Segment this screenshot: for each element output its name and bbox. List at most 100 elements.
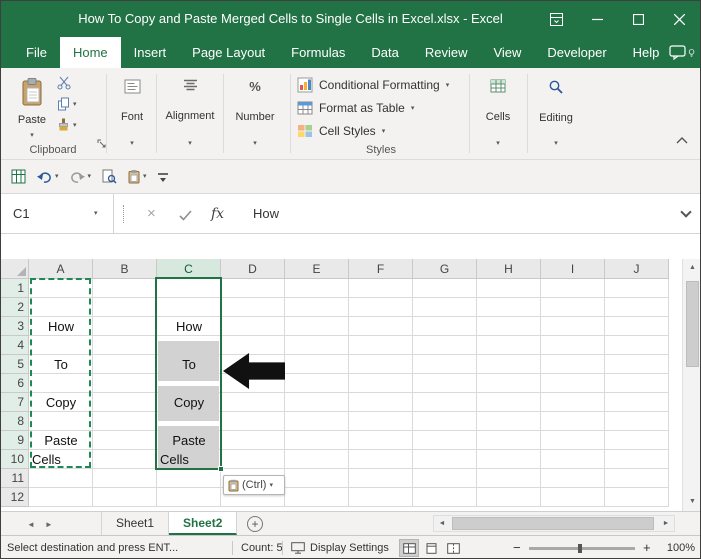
tab-review[interactable]: Review [412,37,481,68]
tab-file[interactable]: File [13,37,60,68]
row-header-12[interactable]: 12 [1,488,29,507]
next-sheet-icon[interactable]: ► [45,520,53,529]
row-header-11[interactable]: 11 [1,469,29,488]
undo-button[interactable]: ▾ [36,170,59,184]
cell-styles-button[interactable]: Cell Styles ▾ [297,121,467,141]
zoom-out-button[interactable]: − [513,536,521,559]
column-header-D[interactable]: D [221,259,285,279]
column-header-A[interactable]: A [29,259,93,279]
close-button[interactable] [659,1,700,37]
select-all-button[interactable] [1,259,29,279]
zoom-slider[interactable] [529,547,635,550]
format-as-table-button[interactable]: Format as Table ▾ [297,98,467,118]
cell-A10[interactable]: Cells [29,450,93,469]
cancel-entry-icon[interactable]: × [147,194,156,234]
cell-A3[interactable]: How [29,317,93,336]
editing-group-button[interactable]: Editing ▾ [531,74,581,152]
paste-button[interactable]: Paste ▾ [11,73,53,143]
sheet-tab-sheet1[interactable]: Sheet1 [101,512,169,535]
row-header-10[interactable]: 10 [1,450,29,469]
column-header-H[interactable]: H [477,259,541,279]
column-header-C[interactable]: C [157,259,221,279]
confirm-entry-icon[interactable] [179,208,192,226]
cell-C10[interactable]: Cells [157,450,221,469]
row-header-7[interactable]: 7 [1,393,29,412]
cell-A7[interactable]: Copy [29,393,93,412]
scroll-up-icon[interactable]: ▲ [683,259,701,277]
row-header-6[interactable]: 6 [1,374,29,393]
column-header-I[interactable]: I [541,259,605,279]
display-icon [291,542,305,554]
paste-options-button[interactable]: (Ctrl) ▾ [223,475,285,495]
zoom-in-button[interactable]: + [643,536,651,559]
scroll-left-icon[interactable]: ◄ [434,516,450,531]
tab-insert[interactable]: Insert [121,37,180,68]
zoom-slider-handle[interactable] [578,544,582,553]
tab-data[interactable]: Data [358,37,411,68]
scroll-down-icon[interactable]: ▼ [683,493,701,511]
scroll-right-icon[interactable]: ► [658,516,674,531]
horizontal-scroll-thumb[interactable] [452,517,654,530]
row-header-5[interactable]: 5 [1,355,29,374]
cells-group-button[interactable]: Cells ▾ [475,74,521,152]
column-header-B[interactable]: B [93,259,157,279]
copy-button[interactable]: ▾ [57,96,101,112]
row-header-2[interactable]: 2 [1,298,29,317]
tab-home[interactable]: Home [60,37,121,68]
sheet-tab-sheet2[interactable]: Sheet2 [169,512,237,535]
tab-view[interactable]: View [480,37,534,68]
status-count[interactable]: Count: 5 [241,536,283,559]
tab-page-layout[interactable]: Page Layout [179,37,278,68]
page-layout-view-button[interactable] [421,539,441,557]
display-settings-button[interactable]: Display Settings [291,536,389,559]
format-painter-button[interactable]: ▾ [57,117,101,133]
cut-button[interactable] [57,75,101,91]
customize-qat-button[interactable] [157,171,169,183]
vertical-scrollbar[interactable]: ▲ ▼ [682,259,701,511]
font-group-button[interactable]: Font ▾ [109,74,155,152]
normal-view-button[interactable] [399,539,419,557]
row-header-1[interactable]: 1 [1,279,29,298]
number-group-button[interactable]: % Number ▾ [227,74,283,152]
collapse-ribbon-icon[interactable] [676,131,688,149]
cell-C7[interactable]: Copy [157,393,221,412]
row-header-3[interactable]: 3 [1,317,29,336]
minimize-button[interactable] [577,1,618,37]
cell-C3[interactable]: How [157,317,221,336]
cell-A5[interactable]: To [29,355,93,374]
maximize-button[interactable] [618,1,659,37]
redo-button[interactable]: ▾ [69,170,92,184]
insert-function-button[interactable]: fx [211,194,224,234]
cell-C9[interactable]: Paste [157,431,221,450]
column-header-F[interactable]: F [349,259,413,279]
expand-formula-bar-icon[interactable] [680,206,691,217]
ribbon-display-options-icon[interactable] [536,1,577,37]
tab-developer[interactable]: Developer [534,37,619,68]
horizontal-scrollbar[interactable]: ◄ ► [433,515,675,532]
chevron-down-icon[interactable]: ▾ [94,194,98,234]
vertical-scroll-thumb[interactable] [686,281,699,367]
row-header-8[interactable]: 8 [1,412,29,431]
alignment-group-button[interactable]: Alignment ▾ [159,74,221,152]
feedback-bubble-icon[interactable] [669,45,686,65]
column-header-G[interactable]: G [413,259,477,279]
cell-A9[interactable]: Paste [29,431,93,450]
tab-formulas[interactable]: Formulas [278,37,358,68]
column-header-E[interactable]: E [285,259,349,279]
tab-help[interactable]: Help [620,37,673,68]
add-sheet-icon[interactable]: + [247,516,263,532]
cell-C5[interactable]: To [157,355,221,374]
page-break-preview-button[interactable] [443,539,463,557]
name-box[interactable]: C1 ▾ [1,194,114,234]
row-header-4[interactable]: 4 [1,336,29,355]
print-preview-button[interactable] [101,169,117,184]
zoom-level[interactable]: 100% [661,536,695,559]
paste-special-button[interactable]: ▾ [127,169,147,184]
cells-area[interactable] [29,279,669,507]
sheet-grid-button[interactable] [11,169,26,184]
column-header-J[interactable]: J [605,259,669,279]
conditional-formatting-button[interactable]: Conditional Formatting ▾ [297,75,467,95]
previous-sheet-icon[interactable]: ◄ [27,520,35,529]
formula-bar-content[interactable]: How [253,194,279,234]
row-header-9[interactable]: 9 [1,431,29,450]
